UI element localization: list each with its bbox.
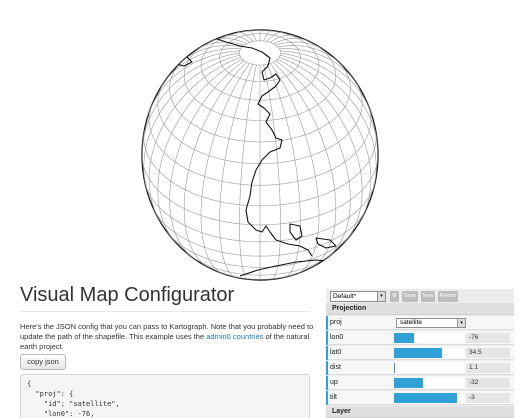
slider-fill	[394, 333, 415, 343]
slider-fill	[394, 348, 443, 358]
row-accent	[326, 376, 328, 390]
dist-label: dist	[330, 364, 341, 371]
row-accent	[326, 331, 328, 345]
graticule-line	[263, 30, 272, 42]
controls-panel: Default* ▾ ⚙ Save New Revert Projection …	[326, 289, 514, 418]
lat0-input[interactable]: 34.5	[466, 348, 510, 358]
projection-heading[interactable]: Projection	[326, 303, 514, 315]
layer-heading[interactable]: Layer	[326, 406, 514, 418]
graticule-line	[277, 58, 363, 245]
graticule-line	[248, 30, 257, 42]
graticule-line	[279, 56, 372, 223]
new-button[interactable]: New	[421, 291, 435, 302]
param-row-lat0: lat0 34.5	[326, 346, 514, 360]
up-input[interactable]: -32	[466, 378, 510, 388]
revert-button[interactable]: Revert	[438, 291, 458, 302]
graticule-line	[263, 64, 281, 280]
code-line: {	[27, 380, 32, 388]
lat0-label: lat0	[330, 349, 342, 356]
proj-label: proj	[330, 319, 342, 326]
slider-fill	[394, 363, 396, 373]
lon0-input[interactable]: -76	[466, 333, 510, 343]
graticule-line	[272, 61, 337, 269]
graticule-line	[219, 64, 254, 278]
row-accent	[326, 361, 328, 375]
tilt-label: tilt	[330, 394, 337, 401]
lon0-label: lon0	[330, 334, 344, 341]
proj-select[interactable]: satellite ▾	[396, 318, 466, 328]
row-accent	[326, 346, 328, 360]
intro-text: Here's the JSON config that you can pass…	[20, 322, 316, 352]
param-row-lon0: lon0 -76	[326, 331, 514, 345]
proj-row: proj satellite ▾	[326, 316, 514, 330]
code-line: "proj": {	[27, 390, 74, 398]
graticule-line	[239, 64, 257, 280]
tilt-slider[interactable]	[394, 393, 464, 403]
preset-toolbar: Default* ▾ ⚙ Save New Revert	[330, 291, 514, 303]
preset-value: Default*	[333, 293, 357, 300]
code-line: "id": "satellite",	[27, 400, 120, 408]
slider-fill	[394, 393, 457, 403]
param-row-up: up -32	[326, 376, 514, 390]
proj-select-value: satellite	[400, 319, 423, 326]
up-slider[interactable]	[394, 378, 464, 388]
preset-select[interactable]: Default* ▾	[330, 291, 386, 302]
lat0-slider[interactable]	[394, 348, 464, 358]
param-row-dist: dist 1.1	[326, 361, 514, 375]
dist-slider[interactable]	[394, 363, 464, 373]
graticule-line	[269, 63, 320, 275]
map-canvas	[141, 29, 379, 281]
copy-json-button[interactable]: copy json	[20, 354, 66, 370]
code-line: "lon0": -76,	[27, 410, 95, 418]
up-label: up	[330, 379, 338, 386]
param-row-tilt: tilt -3	[326, 391, 514, 405]
graticule	[142, 30, 378, 280]
graticule-line	[239, 40, 281, 66]
row-accent	[326, 391, 328, 405]
save-button[interactable]: Save	[402, 291, 418, 302]
graticule-line	[200, 63, 251, 275]
dist-input[interactable]: 1.1	[466, 363, 510, 373]
app-root: Visual Map Configurator Here's the JSON …	[0, 0, 522, 418]
chevron-down-icon: ▾	[377, 292, 385, 301]
coast-north-america	[187, 33, 313, 257]
graticule-line	[148, 56, 241, 223]
graticule-line	[157, 58, 243, 245]
page-title: Visual Map Configurator	[20, 284, 235, 306]
title-divider	[20, 311, 310, 312]
graticule-line	[183, 61, 248, 269]
chevron-down-icon: ▾	[457, 319, 465, 327]
row-accent	[326, 316, 328, 330]
admin0-countries-link[interactable]: admin0 countries	[206, 332, 263, 341]
json-code-block[interactable]: { "proj": { "id": "satellite", "lon0": -…	[20, 374, 310, 418]
slider-fill	[394, 378, 423, 388]
globe	[141, 29, 379, 281]
tilt-input[interactable]: -3	[466, 393, 510, 403]
gear-icon[interactable]: ⚙	[390, 291, 399, 302]
lon0-slider[interactable]	[394, 333, 464, 343]
